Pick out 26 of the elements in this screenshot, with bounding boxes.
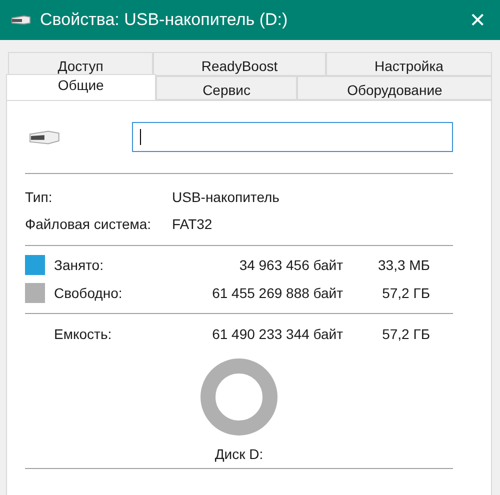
byte-count: 61 455 269 888 байт [211, 285, 343, 301]
usage-label: Занято: [54, 257, 104, 273]
size-value: 57,2 ГБ [381, 326, 430, 342]
byte-count: 34 963 456 байт [238, 257, 343, 273]
close-button[interactable]: ✕ [465, 8, 490, 32]
size-value: 57,2 ГБ [381, 285, 430, 301]
tab[interactable]: Оборудование [297, 76, 492, 100]
tab[interactable]: Общие [6, 74, 156, 100]
tab[interactable]: Настройка [326, 52, 492, 76]
capacity-label: Емкость: [54, 326, 113, 342]
field-label: Тип: [25, 188, 54, 204]
byte-count: 61 490 233 344 байт [211, 326, 343, 342]
input-field[interactable] [132, 122, 453, 152]
size-value: 33,3 МБ [377, 257, 430, 273]
field-value: FAT32 [172, 216, 212, 232]
disk-usage-ring-icon [200, 358, 278, 436]
field-value: USB-накопитель [172, 188, 280, 204]
usb-drive-icon [29, 128, 60, 146]
field-label: Файловая система: [25, 216, 152, 232]
tab[interactable]: ReadyBoost [153, 52, 326, 76]
usb-drive-icon [10, 14, 32, 26]
tab[interactable]: Доступ [8, 52, 153, 76]
usage-label: Свободно: [54, 285, 124, 301]
tab[interactable]: Сервис [156, 76, 298, 100]
disk-label: Диск D: [214, 446, 264, 462]
window-title: Свойства: USB-накопитель (D:) [40, 10, 289, 30]
